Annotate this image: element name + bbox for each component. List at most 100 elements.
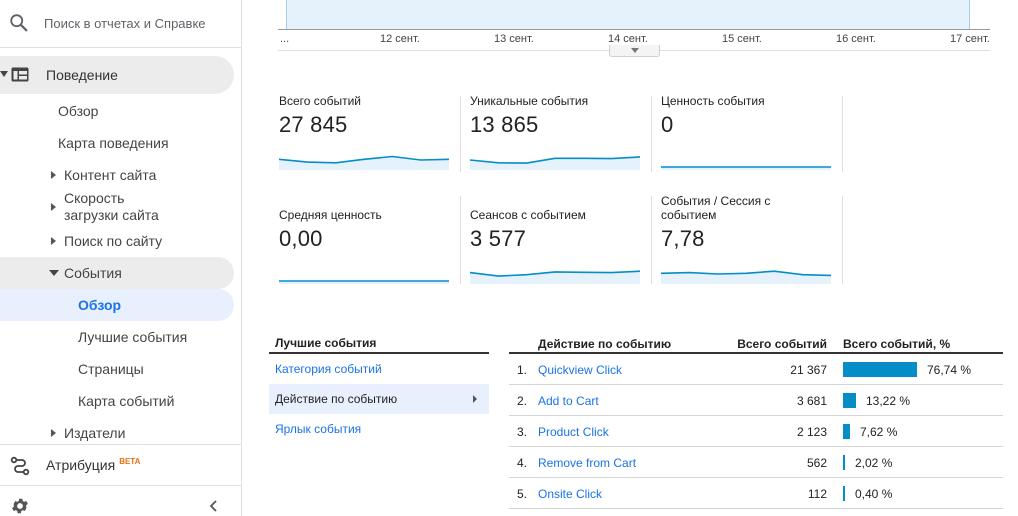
metric-value: 27 845 <box>279 112 348 137</box>
sparkline <box>470 156 640 170</box>
metric-separator <box>460 196 461 284</box>
metric-total-events[interactable]: Всего событий 27 845 <box>279 94 455 170</box>
sparkline <box>279 280 449 284</box>
chart-expand-toggle[interactable] <box>609 45 660 57</box>
metric-sessions-with-event[interactable]: Сеансов с событием 3 577 <box>470 208 646 284</box>
metric-events-per-session[interactable]: События / Сессия с событием 7,78 <box>661 194 837 284</box>
search-input[interactable] <box>44 12 214 34</box>
attribution-icon <box>10 456 30 476</box>
sidebar-item-attribution[interactable]: Атрибуция BETA <box>0 450 242 480</box>
event-action-link[interactable]: Remove from Cart <box>538 456 636 470</box>
sparkline <box>661 166 831 170</box>
event-action-link[interactable]: Onsite Click <box>538 487 602 501</box>
sidebar-item-publishers[interactable]: Издатели <box>51 425 125 441</box>
column-header-action[interactable]: Действие по событию <box>538 337 671 351</box>
search-bar <box>0 0 242 48</box>
metric-separator <box>842 196 843 284</box>
sidebar-item-label: События <box>64 265 122 281</box>
table-body: 1. Quickview Click 21 367 76,74 % 2. Add to C… <box>509 354 1003 509</box>
percentage-cell: 2,02 % <box>855 456 893 470</box>
sidebar-item-events-flow[interactable]: Карта событий <box>78 393 174 409</box>
metric-separator <box>842 96 843 172</box>
metric-value: 13 865 <box>470 112 539 137</box>
x-tick-label: ... <box>280 33 290 45</box>
sidebar-item-site-speed[interactable]: Скорость загрузки сайта <box>64 190 159 224</box>
x-tick-label: 12 сент. <box>380 33 420 45</box>
x-tick-label: 13 сент. <box>494 33 534 45</box>
caret-down-icon <box>49 270 59 276</box>
table-row: 2. Add to Cart 3 681 13,22 % <box>509 385 1003 416</box>
caret-down-icon <box>0 71 8 77</box>
events-table: Действие по событию Всего событий Всего … <box>509 336 1003 509</box>
metric-avg-value[interactable]: Средняя ценность 0,00 <box>279 208 455 284</box>
behavior-icon <box>11 67 29 82</box>
row-index: 4. <box>517 456 528 470</box>
attribution-label: Атрибуция <box>46 457 116 473</box>
table-header: Действие по событию Всего событий Всего … <box>509 336 1003 354</box>
dimension-event-category[interactable]: Категория событий <box>269 354 489 384</box>
event-action-link[interactable]: Quickview Click <box>538 363 622 377</box>
sidebar-item-events-overview[interactable]: Обзор <box>0 289 234 321</box>
event-action-link[interactable]: Product Click <box>538 425 609 439</box>
sidebar-item-label: загрузки сайта <box>64 207 159 223</box>
chevron-left-icon[interactable] <box>207 499 221 513</box>
metric-label: Ценность события <box>661 94 765 108</box>
divider <box>0 444 242 445</box>
search-icon[interactable] <box>8 12 30 34</box>
sidebar: Поведение Обзор Карта поведения Контент … <box>0 0 242 516</box>
metric-unique-events[interactable]: Уникальные события 13 865 <box>470 94 646 170</box>
table-row: 1. Quickview Click 21 367 76,74 % <box>509 354 1003 385</box>
sidebar-item-pages[interactable]: Страницы <box>78 361 144 377</box>
metric-label: Средняя ценность <box>279 208 382 222</box>
metric-value: 7,78 <box>661 226 705 251</box>
metric-separator <box>651 96 652 172</box>
x-tick-label: 15 сент. <box>722 33 762 45</box>
percentage-cell: 13,22 % <box>866 394 911 408</box>
beta-badge: BETA <box>119 457 141 466</box>
event-action-link[interactable]: Add to Cart <box>538 394 599 408</box>
sidebar-item-top-events[interactable]: Лучшие события <box>78 329 187 345</box>
timeline-axis <box>278 29 990 30</box>
caret-right-icon <box>51 203 56 211</box>
dimension-event-label[interactable]: Ярлык события <box>269 414 489 444</box>
sidebar-item-label: Поведение <box>46 67 118 83</box>
percentage-cell: 0,40 % <box>855 487 893 501</box>
percentage-bar <box>843 486 845 501</box>
chevron-down-icon <box>631 48 639 53</box>
dimension-event-action[interactable]: Действие по событию <box>269 384 489 414</box>
caret-right-icon <box>51 429 56 437</box>
sidebar-item-label: Карта поведения <box>58 135 169 151</box>
metric-label: Всего событий <box>279 94 362 108</box>
sidebar-item-label: Издатели <box>64 425 126 441</box>
percentage-cell: 7,62 % <box>860 425 898 439</box>
metric-label: События / Сессия с событием <box>661 194 771 222</box>
sparkline <box>279 155 449 170</box>
percentage-bar <box>843 424 850 439</box>
x-tick-label: 17 сент. <box>950 33 990 45</box>
sidebar-item-overview[interactable]: Обзор <box>58 103 98 119</box>
sidebar-item-label: Обзор <box>78 297 122 313</box>
sidebar-item-label: Скорость <box>64 190 125 206</box>
column-header-total[interactable]: Всего событий <box>737 337 827 351</box>
metric-separator <box>460 96 461 172</box>
caret-right-icon <box>51 171 56 179</box>
sidebar-item-behavior-map[interactable]: Карта поведения <box>58 135 169 151</box>
main-content: ... 12 сент. 13 сент. 14 сент. 15 сент. 16 се… <box>258 0 1018 516</box>
sidebar-item-events[interactable]: События <box>0 257 234 289</box>
gear-icon[interactable] <box>10 496 30 516</box>
sidebar-item-behavior[interactable]: Поведение <box>0 56 234 94</box>
divider <box>0 485 242 486</box>
metric-event-value[interactable]: Ценность события 0 <box>661 94 837 170</box>
caret-right-icon <box>51 237 56 245</box>
row-index: 3. <box>517 425 528 439</box>
sidebar-item-site-search[interactable]: Поиск по сайту <box>51 233 162 249</box>
sidebar-item-site-content[interactable]: Контент сайта <box>51 167 156 183</box>
timeline-chart-area <box>286 0 970 29</box>
table-row: 3. Product Click 2 123 7,62 % <box>509 416 1003 447</box>
column-header-pct[interactable]: Всего событий, % <box>843 337 950 351</box>
total-events-cell: 21 367 <box>790 363 827 377</box>
sidebar-item-label: Контент сайта <box>64 167 157 183</box>
metric-separator <box>651 196 652 284</box>
row-index: 2. <box>517 394 528 408</box>
percentage-bar <box>843 455 845 470</box>
